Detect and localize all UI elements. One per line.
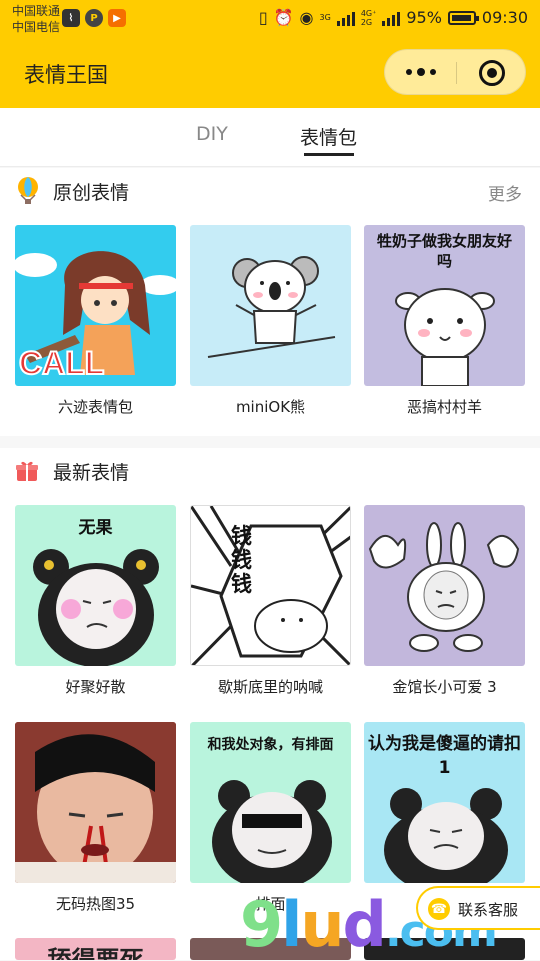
more-link[interactable]: 更多 bbox=[488, 180, 522, 205]
emoji-pack-thumbnail[interactable]: 认为我是傻逼的请扣1 bbox=[364, 722, 525, 883]
section-title: 原创表情 bbox=[53, 182, 130, 204]
emoji-pack-thumbnail[interactable] bbox=[15, 722, 176, 883]
customer-service-button[interactable]: ☎ 联系客服 bbox=[416, 886, 540, 930]
emoji-pack-thumbnail[interactable]: 钱钱钱 bbox=[190, 505, 351, 666]
section-title: 最新表情 bbox=[53, 462, 130, 484]
clock: 09:30 bbox=[481, 8, 528, 27]
emoji-pack-thumbnail[interactable] bbox=[364, 505, 525, 666]
emoji-pack-caption: 无码热图35 bbox=[55, 895, 136, 913]
network-type: 4G⁺ bbox=[360, 8, 377, 18]
vibrate-icon: ▯ bbox=[258, 8, 268, 27]
thumbnail-text: 舔得要死 bbox=[47, 946, 144, 960]
emoji-pack-caption: 金馆长小可爱 3 bbox=[392, 678, 497, 696]
carrier-name: 中国联通 bbox=[12, 4, 61, 18]
section-original: 原创表情 更多 CALL 六迹表情包 miniOK熊 牲奶子做我女朋友好吗 恶搞… bbox=[0, 168, 540, 436]
emoji-pack-card[interactable]: 牲奶子做我女朋友好吗 恶搞村村羊 bbox=[364, 225, 525, 417]
section-header: 最新表情 bbox=[0, 448, 540, 494]
emoji-pack-thumbnail[interactable] bbox=[364, 938, 525, 960]
emoji-pack-card[interactable]: miniOK熊 bbox=[190, 225, 351, 417]
emoji-pack-card[interactable]: 和我处对象，有排面 排面 bbox=[190, 722, 351, 914]
network-type: 2G bbox=[360, 17, 373, 27]
emoji-pack-caption: 恶搞村村羊 bbox=[406, 398, 482, 416]
page-title: 表情王国 bbox=[24, 63, 108, 87]
emoji-pack-card[interactable]: 金馆长小可爱 3 bbox=[364, 505, 525, 697]
emoji-pack-card[interactable]: 认为我是傻逼的请扣1 bbox=[364, 722, 525, 893]
more-dots-icon[interactable] bbox=[401, 62, 441, 82]
status-bar: 中国联通 中国电信 ⌇ P ▶ ▯ ⏰ ◉ 3G 4G⁺ 2G 95% 09:3… bbox=[0, 0, 540, 38]
battery-icon bbox=[447, 10, 479, 25]
system-status: ▯ ⏰ ◉ 3G 4G⁺ 2G 95% 09:30 bbox=[259, 8, 528, 27]
section-latest: 最新表情 无果 好聚好散 钱钱钱 歇斯底里的呐喊 金馆长小可爱 3 无码热图35… bbox=[0, 448, 540, 960]
monitor-app-icon: ⌇ bbox=[62, 9, 80, 27]
emoji-pack-caption: 排面 bbox=[255, 895, 286, 913]
mini-program-capsule bbox=[384, 49, 526, 95]
thumbnail-text: CALL bbox=[18, 344, 105, 382]
phone-icon: ☎ bbox=[428, 898, 450, 920]
alarm-icon: ⏰ bbox=[273, 8, 294, 27]
carrier-name: 中国电信 bbox=[12, 20, 61, 34]
battery-percent: 95% bbox=[406, 8, 442, 27]
emoji-pack-card[interactable]: 无码热图35 bbox=[15, 722, 176, 914]
koala-bear-image bbox=[207, 256, 336, 358]
thumbnail-text: 认为我是傻逼的请扣1 bbox=[368, 734, 521, 778]
emoji-pack-thumbnail[interactable]: 舔得要死 bbox=[15, 938, 176, 960]
signal-icon bbox=[382, 10, 401, 26]
tab-emoji-packs[interactable]: 表情包 bbox=[300, 123, 357, 150]
emoji-pack-thumbnail[interactable]: CALL bbox=[15, 225, 176, 386]
hot-air-balloon-icon bbox=[18, 177, 38, 204]
emoji-pack-card[interactable] bbox=[190, 938, 351, 960]
emoji-pack-thumbnail[interactable]: 无果 bbox=[15, 505, 176, 666]
tab-bar: DIY 表情包 bbox=[0, 108, 540, 167]
thumbnail-text: 无果 bbox=[78, 518, 113, 538]
active-tab-indicator bbox=[304, 153, 354, 156]
customer-service-label: 联系客服 bbox=[458, 901, 519, 919]
gift-icon bbox=[16, 461, 38, 481]
mini-program-close-icon[interactable] bbox=[479, 60, 505, 86]
emoji-pack-thumbnail[interactable]: 和我处对象，有排面 bbox=[190, 722, 351, 883]
emoji-pack-caption: 好聚好散 bbox=[65, 678, 126, 696]
emoji-pack-caption: 六迹表情包 bbox=[57, 398, 133, 416]
network-type: 3G bbox=[319, 12, 331, 22]
section-header: 原创表情 更多 bbox=[0, 168, 540, 214]
battery-fill bbox=[451, 14, 471, 21]
network-type-stack: 4G⁺ 2G bbox=[361, 9, 377, 27]
emoji-pack-caption: 歇斯底里的呐喊 bbox=[217, 678, 323, 696]
rabbit-meme-image bbox=[368, 522, 520, 652]
comic-scream-image bbox=[191, 506, 350, 665]
eye-icon: ◉ bbox=[299, 8, 314, 27]
carrier-info: 中国联通 中国电信 bbox=[12, 3, 60, 35]
app-header: 表情王国 bbox=[0, 38, 540, 108]
emoji-pack-card[interactable] bbox=[364, 938, 525, 960]
emoji-pack-thumbnail[interactable] bbox=[190, 938, 351, 960]
signal-icon bbox=[336, 10, 355, 26]
capsule-divider bbox=[456, 62, 457, 84]
emoji-pack-card[interactable]: 无果 好聚好散 bbox=[15, 505, 176, 697]
tab-diy[interactable]: DIY bbox=[196, 123, 228, 145]
thumbnail-text: 钱钱钱 bbox=[231, 524, 252, 596]
thumbnail-text: 牲奶子做我女朋友好吗 bbox=[376, 232, 512, 270]
emoji-pack-caption: miniOK熊 bbox=[235, 398, 306, 416]
play-app-icon: ▶ bbox=[108, 9, 126, 27]
emoji-pack-card[interactable]: 钱钱钱 歇斯底里的呐喊 bbox=[190, 505, 351, 697]
emoji-pack-thumbnail[interactable]: 牲奶子做我女朋友好吗 bbox=[364, 225, 525, 386]
nosebleed-photo-image bbox=[15, 722, 176, 883]
emoji-pack-card[interactable]: 舔得要死 bbox=[15, 938, 176, 960]
emoji-pack-thumbnail[interactable] bbox=[190, 225, 351, 386]
emoji-pack-card[interactable]: CALL 六迹表情包 bbox=[15, 225, 176, 417]
p-app-icon: P bbox=[85, 9, 103, 27]
notification-icons: ⌇ P ▶ bbox=[62, 9, 126, 27]
thumbnail-text: 和我处对象，有排面 bbox=[207, 737, 334, 753]
